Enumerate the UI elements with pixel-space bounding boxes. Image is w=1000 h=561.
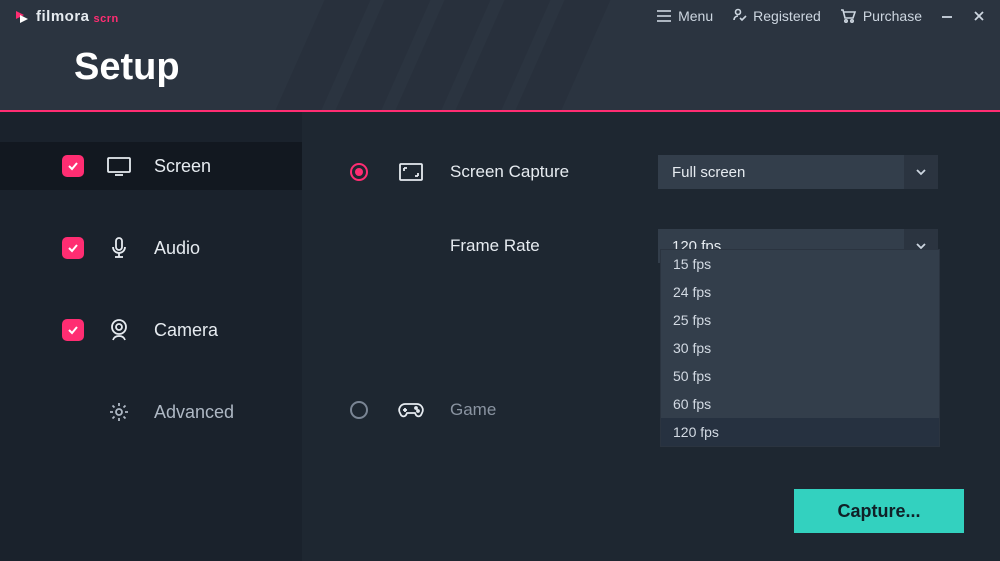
frame-rate-option[interactable]: 24 fps: [661, 278, 939, 306]
sidebar-item-audio[interactable]: Audio: [0, 224, 302, 272]
label-frame-rate: Frame Rate: [450, 236, 610, 256]
radio-game[interactable]: [350, 401, 368, 419]
label-screen-capture: Screen Capture: [450, 162, 610, 182]
sidebar-item-screen[interactable]: Screen: [0, 142, 302, 190]
registered-button[interactable]: Registered: [731, 8, 821, 24]
brand-name: filmora: [36, 8, 90, 25]
row-screen-capture: Screen Capture Full screen: [350, 152, 964, 192]
brand-logo-icon: [14, 9, 30, 25]
minimize-button[interactable]: [940, 9, 954, 23]
registered-label: Registered: [753, 8, 821, 24]
app-brand: filmora scrn: [14, 8, 119, 25]
sidebar-label-camera: Camera: [154, 320, 218, 341]
radio-screen-capture[interactable]: [350, 163, 368, 181]
select-screen-capture[interactable]: Full screen: [658, 155, 938, 189]
capture-button-label: Capture...: [837, 501, 920, 522]
frame-rate-option[interactable]: 60 fps: [661, 390, 939, 418]
frame-rate-option[interactable]: 120 fps: [661, 418, 939, 446]
frame-rate-option[interactable]: 25 fps: [661, 306, 939, 334]
page-title: Setup: [74, 46, 180, 89]
webcam-icon: [106, 318, 132, 342]
sidebar: Screen Audio Camera Advanced: [0, 112, 302, 561]
fullscreen-icon: [396, 162, 426, 182]
checkbox-camera[interactable]: [62, 319, 84, 341]
gamepad-icon: [396, 400, 426, 420]
purchase-button[interactable]: Purchase: [839, 8, 922, 24]
close-button[interactable]: [972, 9, 986, 23]
frame-rate-option[interactable]: 15 fps: [661, 250, 939, 278]
screen-icon: [106, 156, 132, 176]
sidebar-label-screen: Screen: [154, 156, 211, 177]
menu-button[interactable]: Menu: [656, 8, 713, 24]
microphone-icon: [106, 236, 132, 260]
sidebar-label-audio: Audio: [154, 238, 200, 259]
brand-suffix: scrn: [94, 13, 119, 25]
select-screen-capture-value: Full screen: [658, 164, 904, 181]
window-actions: Menu Registered Purchase: [656, 8, 986, 24]
purchase-label: Purchase: [863, 8, 922, 24]
label-game: Game: [450, 400, 610, 420]
frame-rate-option[interactable]: 30 fps: [661, 334, 939, 362]
frame-rate-dropdown: 15 fps24 fps25 fps30 fps50 fps60 fps120 …: [660, 249, 940, 447]
chevron-down-icon: [904, 155, 938, 189]
capture-button[interactable]: Capture...: [794, 489, 964, 533]
sidebar-label-advanced: Advanced: [154, 402, 234, 423]
frame-rate-option[interactable]: 50 fps: [661, 362, 939, 390]
menu-label: Menu: [678, 8, 713, 24]
titlebar: filmora scrn Menu Registered Purchase Se…: [0, 0, 1000, 112]
sidebar-item-camera[interactable]: Camera: [0, 306, 302, 354]
checkbox-audio[interactable]: [62, 237, 84, 259]
checkbox-screen[interactable]: [62, 155, 84, 177]
gear-icon: [106, 401, 132, 423]
sidebar-item-advanced[interactable]: Advanced: [0, 388, 302, 436]
